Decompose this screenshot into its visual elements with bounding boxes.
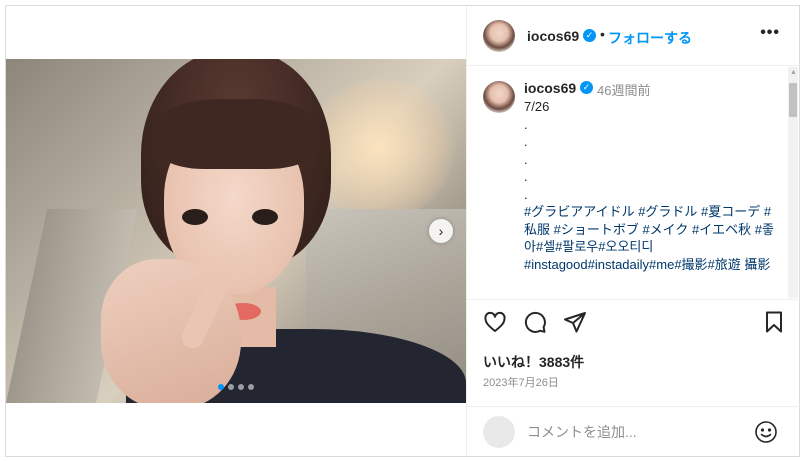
bookmark-icon[interactable] [762, 310, 786, 334]
comment-bar [467, 406, 800, 456]
caption-line: . [524, 186, 528, 202]
post-actions: いいね！3883件 2023年7月26日 [467, 299, 800, 409]
comment-icon[interactable] [523, 310, 547, 334]
caption-area[interactable]: iocos69 ✓ 46週間前 7/26 . . . . . #グラビアアイドル… [467, 67, 800, 298]
caption-line: . [524, 116, 528, 132]
like-heart-icon[interactable] [483, 310, 507, 334]
verified-badge-icon: ✓ [580, 81, 593, 94]
caption-line: . [524, 151, 528, 167]
scroll-thumb[interactable] [789, 83, 797, 117]
carousel-indicator [218, 384, 254, 390]
comment-input[interactable] [527, 421, 747, 443]
post-time-ago: 46週間前 [597, 83, 651, 98]
carousel-dot [238, 384, 244, 390]
emoji-icon[interactable] [754, 420, 778, 444]
verified-badge-icon: ✓ [583, 29, 596, 42]
carousel-dot [248, 384, 254, 390]
post-header: iocos69 ✓ • フォローする ••• [467, 6, 800, 66]
caption-hashtags[interactable]: #グラビアアイドル #グラドル #夏コーデ #私服 #ショートボブ #メイク #… [524, 203, 784, 273]
instagram-embed: › iocos69 ✓ • フォローする ••• iocos69 ✓ 46週間前 [5, 5, 800, 457]
caption-line: . [524, 169, 528, 184]
caption-avatar[interactable] [483, 81, 515, 113]
follow-button[interactable]: フォローする [608, 28, 692, 48]
photo-eye-left [182, 209, 208, 225]
post-date: 2023年7月26日 [483, 377, 559, 389]
header-username[interactable]: iocos69 [527, 28, 579, 44]
caption-scrollbar[interactable]: ▲ [788, 67, 798, 298]
chevron-right-icon: › [438, 223, 444, 239]
media-panel: › [6, 6, 466, 456]
caption-line: 7/26 [524, 99, 550, 114]
separator-dot: • [600, 26, 605, 42]
carousel-dot [218, 384, 224, 390]
caption-username[interactable]: iocos69 [524, 80, 576, 96]
avatar[interactable] [483, 20, 515, 52]
carousel-next-button[interactable]: › [429, 219, 453, 243]
share-paper-plane-icon[interactable] [563, 310, 587, 334]
post-sidebar: iocos69 ✓ • フォローする ••• iocos69 ✓ 46週間前 7… [466, 6, 800, 456]
caption-line: . [524, 134, 528, 149]
post-photo[interactable]: › [6, 59, 466, 403]
carousel-dot [228, 384, 234, 390]
more-options-icon[interactable]: ••• [760, 24, 780, 42]
likes-count[interactable]: いいね！3883件 [483, 352, 584, 372]
photo-eye-right [252, 209, 278, 225]
scroll-up-arrow-icon[interactable]: ▲ [790, 69, 797, 76]
caption-text: 7/26 . . . . . #グラビアアイドル #グラドル #夏コーデ #私服… [524, 98, 784, 273]
commenter-avatar [483, 416, 515, 448]
photo-bangs [156, 99, 316, 169]
